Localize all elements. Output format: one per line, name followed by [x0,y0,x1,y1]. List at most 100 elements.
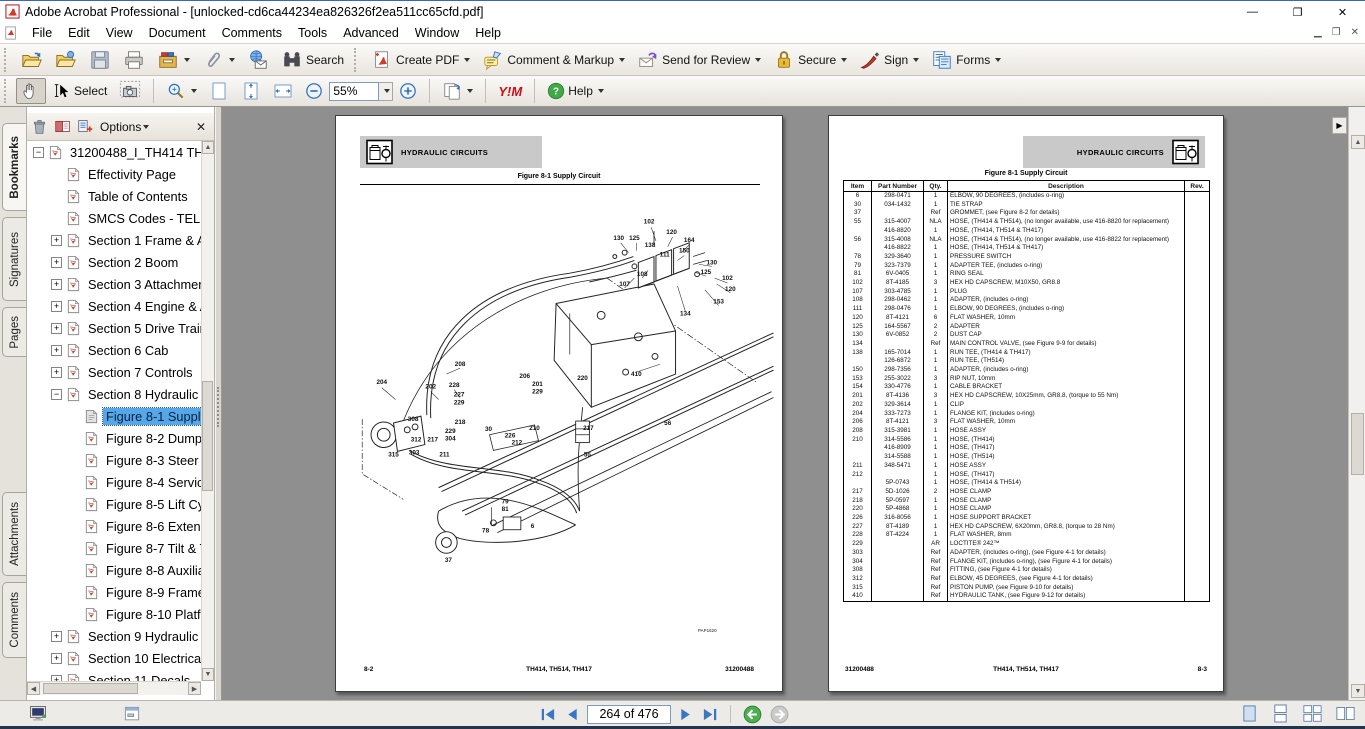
bookmark-item[interactable]: Figure 8-10 Platfo [27,603,201,625]
tab-signatures[interactable]: Signatures [2,217,26,301]
attach-button[interactable] [197,46,240,74]
zoom-level-input[interactable] [329,82,379,101]
menu-item-edit[interactable]: Edit [60,24,98,42]
menu-item-tools[interactable]: Tools [290,24,335,42]
bookmark-item[interactable]: Effectivity Page [27,163,201,185]
tab-attachments[interactable]: Attachments [2,492,26,576]
previous-view-button[interactable] [743,705,762,724]
yahoo-search-button[interactable]: Y!M [493,81,527,102]
page-indicator-input[interactable] [587,705,671,724]
continuous-layout-icon[interactable] [1272,704,1289,723]
forms-dropdown-arrow[interactable] [995,58,1001,62]
bookmarks-vertical-scrollbar[interactable]: ▲ ▼ [201,141,214,681]
next-page-button[interactable] [679,707,693,722]
scroll-up-icon[interactable]: ▲ [202,141,214,154]
help-dropdown-arrow[interactable] [598,89,604,93]
doc-close-icon[interactable]: ✕ [1351,27,1359,38]
minimize-button[interactable]: — [1230,1,1275,23]
bookmarks-hscrollbar-thumb[interactable] [43,683,138,694]
zoom-out-button[interactable] [300,79,328,103]
previous-page-button[interactable] [565,707,579,722]
scroll-right-icon[interactable]: ▶ [188,682,201,695]
menu-item-help[interactable]: Help [467,24,509,42]
bookmarks-horizontal-scrollbar[interactable]: ◀ ▶ [27,681,201,695]
bookmarks-scrollbar-thumb[interactable] [202,381,213,491]
expand-bookmark-icon[interactable] [54,118,71,135]
bookmark-item[interactable]: +Section 10 Electrica [27,647,201,669]
splitter-grip[interactable] [217,387,220,427]
hand-tool-button[interactable] [16,78,46,104]
first-page-button[interactable] [540,707,557,722]
expand-plus-icon[interactable]: + [51,279,62,290]
reading-mode-icon[interactable] [28,704,48,724]
forms-button[interactable]: Forms [926,46,1006,74]
scroll-up-icon[interactable]: ▲ [1351,135,1365,149]
tab-comments[interactable]: Comments [2,582,26,658]
menu-item-document[interactable]: Document [141,24,214,42]
bookmark-item[interactable]: Table of Contents [27,185,201,207]
expand-plus-icon[interactable]: + [51,301,62,312]
comment-markup-button[interactable]: Comment & Markup [477,46,630,74]
expand-plus-icon[interactable]: + [51,653,62,664]
tab-bookmarks[interactable]: Bookmarks [2,123,26,211]
close-button[interactable]: ✕ [1320,1,1365,23]
comment-markup-dropdown-arrow[interactable] [619,58,625,62]
bookmark-item[interactable]: +Section 7 Controls [27,361,201,383]
collapse-minus-icon[interactable]: − [51,389,62,400]
menu-item-view[interactable]: View [98,24,141,42]
create-pdf-button[interactable]: Create PDF [366,46,475,74]
expand-plus-icon[interactable]: + [51,631,62,642]
fit-width-button[interactable] [268,78,298,104]
scroll-down-icon[interactable]: ▼ [1351,684,1365,698]
document-scrollbar-thumb[interactable] [1351,413,1364,475]
delete-bookmark-icon[interactable] [31,118,48,135]
bookmark-item[interactable]: +Section 2 Boom [27,251,201,273]
zoom-level-dropdown[interactable] [379,82,393,101]
document-area[interactable]: HYDRAULIC CIRCUITS Figure 8-1 Supply Cir… [222,107,1348,700]
send-for-review-button[interactable]: Send for Review [632,46,766,74]
bookmark-item[interactable]: −31200488_I_TH414 TH5 [27,141,201,163]
bookmark-item[interactable]: +Section 5 Drive Train [27,317,201,339]
actual-size-button[interactable] [204,78,234,104]
save-button[interactable] [84,46,116,74]
page-display-button[interactable] [437,78,478,104]
panel-close-icon[interactable]: ✕ [192,120,210,134]
toolbar-grip[interactable] [4,48,9,72]
options-menu[interactable]: Options [100,120,149,134]
doc-minimize-icon[interactable]: ▁ [1314,27,1322,38]
fit-page-button[interactable] [236,78,266,104]
bookmark-item[interactable]: Figure 8-7 Tilt & T [27,537,201,559]
bookmark-item[interactable]: −Section 8 Hydraulic [27,383,201,405]
print-button[interactable] [118,46,150,74]
organizer-dropdown-arrow[interactable] [184,58,190,62]
bookmark-item[interactable]: +Section 3 Attachmen [27,273,201,295]
help-button[interactable]: ? Help [542,79,609,103]
doc-restore-icon[interactable]: ❐ [1332,27,1341,38]
secure-button[interactable]: Secure [768,46,852,74]
open-button[interactable] [16,46,48,74]
menu-item-file[interactable]: File [24,24,60,42]
panel-splitter[interactable] [215,107,222,700]
page-size-icon[interactable] [122,704,142,724]
bookmark-item[interactable]: Figure 8-6 Extend [27,515,201,537]
scroll-down-icon[interactable]: ▼ [202,668,214,681]
toolbar-grip[interactable] [4,79,9,103]
attach-dropdown-arrow[interactable] [229,58,235,62]
new-bookmark-icon[interactable] [77,118,94,135]
collapse-minus-icon[interactable]: − [33,147,44,158]
search-button[interactable]: Search [276,46,349,74]
bookmark-item[interactable]: +Section 11 Decals [27,669,201,681]
expand-plus-icon[interactable]: + [51,323,62,334]
create-pdf-dropdown-arrow[interactable] [464,58,470,62]
sign-dropdown-arrow[interactable] [913,58,919,62]
menu-item-advanced[interactable]: Advanced [335,24,407,42]
expand-plus-icon[interactable]: + [51,367,62,378]
expand-plus-icon[interactable]: + [51,345,62,356]
show-howto-pane-button[interactable]: ▶ [1332,117,1347,134]
snapshot-button[interactable] [114,77,146,105]
toolbar-grip[interactable] [354,48,359,72]
page-display-dropdown-arrow[interactable] [467,89,473,93]
bookmark-item[interactable]: Figure 8-5 Lift Cyl [27,493,201,515]
continuous-facing-layout-icon[interactable] [1303,704,1322,723]
single-page-layout-icon[interactable] [1241,704,1258,723]
